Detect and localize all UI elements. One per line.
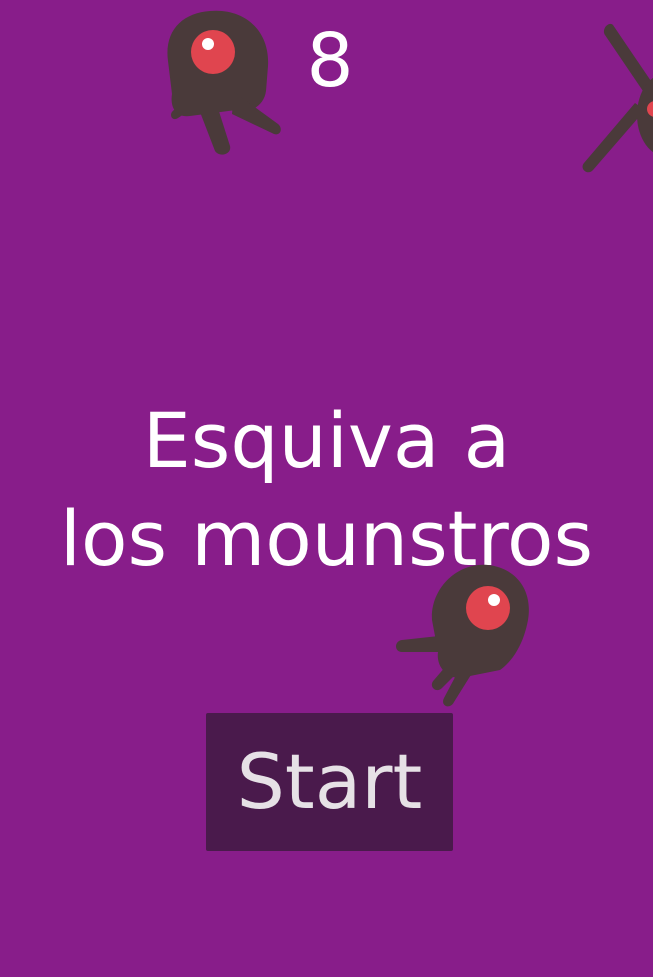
title-line-1: Esquiva a bbox=[142, 396, 511, 485]
monster-icon bbox=[388, 560, 548, 710]
title-line-2: los mounstros bbox=[59, 494, 594, 583]
game-screen[interactable]: 8 Esquiva a los mounstros Start bbox=[0, 0, 653, 977]
start-button[interactable]: Start bbox=[206, 713, 453, 851]
game-title: Esquiva a los mounstros bbox=[0, 392, 653, 588]
monster-icon bbox=[575, 15, 653, 185]
score-counter: 8 bbox=[306, 18, 354, 104]
monster-icon bbox=[150, 6, 290, 166]
